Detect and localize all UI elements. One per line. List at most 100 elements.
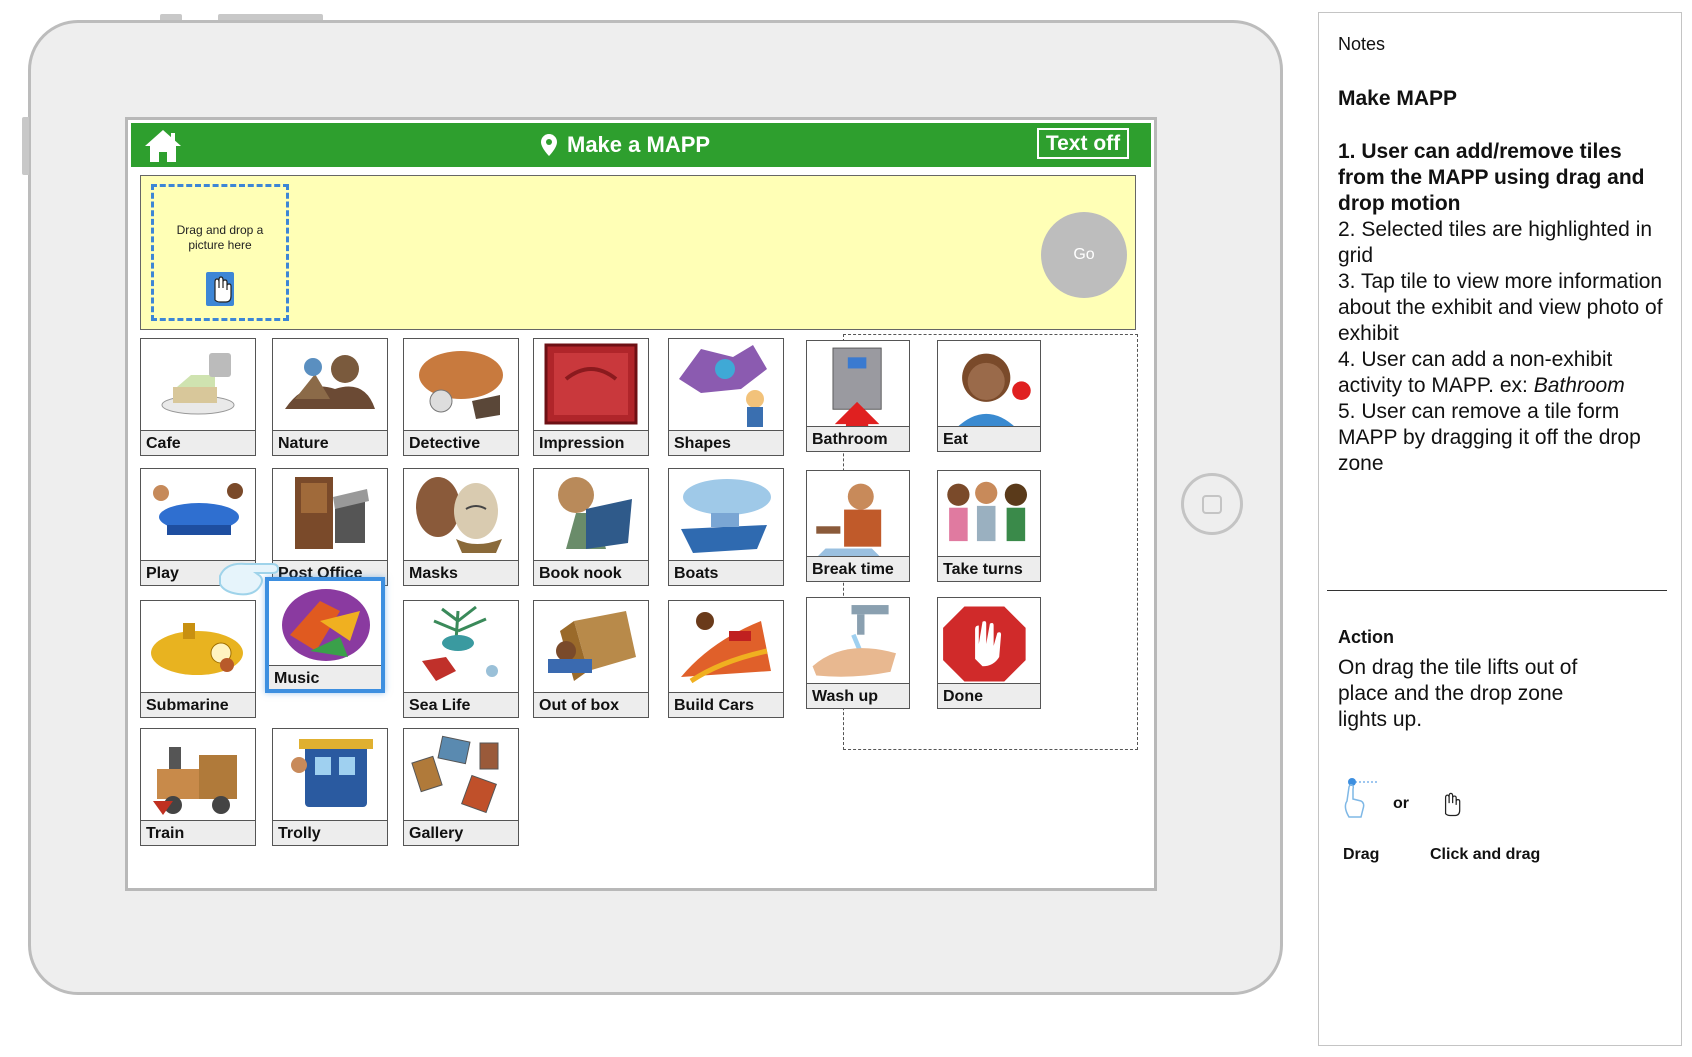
tile-label: Cafe bbox=[141, 430, 255, 455]
tile-label: Play bbox=[141, 560, 255, 585]
take-turns-icon bbox=[938, 471, 1040, 563]
tile-gallery[interactable]: Gallery bbox=[403, 728, 519, 846]
impression-icon bbox=[534, 339, 648, 431]
drag-label: Drag bbox=[1343, 846, 1380, 863]
square-icon bbox=[1202, 495, 1222, 514]
detective-icon bbox=[404, 339, 518, 431]
notes-item: 2. Selected tiles are highlighted in gri… bbox=[1338, 218, 1653, 267]
tile-label: Impression bbox=[534, 430, 648, 455]
tile-label: Gallery bbox=[404, 820, 518, 845]
tile-label: Build Cars bbox=[669, 692, 783, 717]
notes-heading: Notes bbox=[1338, 34, 1386, 54]
tile-bathroom[interactable]: Bathroom bbox=[806, 340, 910, 452]
tile-label: Wash up bbox=[807, 683, 909, 708]
tile-label: Detective bbox=[404, 430, 518, 455]
text-toggle-button[interactable]: Text off bbox=[1037, 128, 1129, 159]
tile-break-time[interactable]: Break time bbox=[806, 470, 910, 582]
action-heading: Action bbox=[1338, 627, 1394, 647]
tile-label: Take turns bbox=[938, 556, 1040, 581]
notes-item: 1. User can add/remove tiles from the MA… bbox=[1338, 140, 1645, 215]
notes-item-example: Bathroom bbox=[1533, 374, 1625, 397]
top-bar: Make a MAPP Text off bbox=[131, 123, 1151, 167]
play-icon bbox=[141, 469, 255, 561]
tile-done[interactable]: Done bbox=[937, 597, 1041, 709]
tile-out-of-box[interactable]: Out of box bbox=[533, 600, 649, 718]
tile-label: Eat bbox=[938, 426, 1040, 451]
trolly-icon bbox=[273, 729, 387, 821]
tile-trolly[interactable]: Trolly bbox=[272, 728, 388, 846]
drop-target[interactable]: Drag and drop a picture here bbox=[151, 184, 289, 321]
drag-gesture-icon bbox=[1344, 778, 1379, 818]
tile-label: Submarine bbox=[141, 692, 255, 717]
build-cars-icon bbox=[669, 601, 783, 693]
tile-label: Sea Life bbox=[404, 692, 518, 717]
home-icon[interactable] bbox=[143, 128, 183, 164]
device-side-button bbox=[22, 117, 29, 175]
tile-masks[interactable]: Masks bbox=[403, 468, 519, 586]
notes-panel: Notes Make MAPP 1. User can add/remove t… bbox=[1318, 12, 1682, 1046]
tile-train[interactable]: Train bbox=[140, 728, 256, 846]
train-icon bbox=[141, 729, 255, 821]
tile-music[interactable]: Music bbox=[265, 577, 385, 693]
device-home-button[interactable] bbox=[1181, 473, 1243, 535]
notes-title: Make MAPP bbox=[1338, 87, 1458, 110]
tile-label: Book nook bbox=[534, 560, 648, 585]
tile-shapes[interactable]: Shapes bbox=[668, 338, 784, 456]
gallery-icon bbox=[404, 729, 518, 821]
wash-up-icon bbox=[807, 598, 909, 690]
nature-icon bbox=[273, 339, 387, 431]
masks-icon bbox=[404, 469, 518, 561]
submarine-icon bbox=[141, 601, 255, 693]
tile-boats[interactable]: Boats bbox=[668, 468, 784, 586]
eat-icon bbox=[938, 341, 1040, 433]
tile-build-cars[interactable]: Build Cars bbox=[668, 600, 784, 718]
boats-icon bbox=[669, 469, 783, 561]
tile-post-office[interactable]: Post Office bbox=[272, 468, 388, 586]
tile-label: Masks bbox=[404, 560, 518, 585]
tile-label: Train bbox=[141, 820, 255, 845]
tile-eat[interactable]: Eat bbox=[937, 340, 1041, 452]
tile-label: Shapes bbox=[669, 430, 783, 455]
tile-cafe[interactable]: Cafe bbox=[140, 338, 256, 456]
device-volume-button bbox=[218, 14, 323, 20]
tile-label: Done bbox=[938, 683, 1040, 708]
sea-life-icon bbox=[404, 601, 518, 693]
tile-book-nook[interactable]: Book nook bbox=[533, 468, 649, 586]
or-text: or bbox=[1393, 795, 1409, 812]
tile-play[interactable]: Play bbox=[140, 468, 256, 586]
page-title: Make a MAPP bbox=[541, 131, 710, 159]
music-icon bbox=[269, 581, 381, 673]
device-power-button bbox=[160, 14, 182, 20]
tile-label: Boats bbox=[669, 560, 783, 585]
tile-sea-life[interactable]: Sea Life bbox=[403, 600, 519, 718]
divider bbox=[1327, 590, 1667, 591]
out-of-box-icon bbox=[534, 601, 648, 693]
app-screen: Make a MAPP Text off Drag and drop a pic… bbox=[125, 117, 1157, 891]
click-drag-hand-icon bbox=[1444, 792, 1461, 817]
post-office-icon bbox=[273, 469, 387, 561]
drop-zone[interactable]: Drag and drop a picture here Go bbox=[140, 175, 1136, 330]
tile-take-turns[interactable]: Take turns bbox=[937, 470, 1041, 582]
tile-wash-up[interactable]: Wash up bbox=[806, 597, 910, 709]
notes-list: 1. User can add/remove tiles from the MA… bbox=[1338, 139, 1668, 477]
tile-detective[interactable]: Detective bbox=[403, 338, 519, 456]
page-title-text: Make a MAPP bbox=[567, 132, 711, 157]
notes-item: 3. Tap tile to view more information abo… bbox=[1338, 270, 1663, 345]
tile-label: Break time bbox=[807, 556, 909, 581]
tile-label: Music bbox=[269, 665, 381, 689]
tile-submarine[interactable]: Submarine bbox=[140, 600, 256, 718]
break-time-icon bbox=[807, 471, 909, 563]
tile-impression[interactable]: Impression bbox=[533, 338, 649, 456]
bathroom-icon bbox=[807, 341, 909, 433]
action-text: On drag the tile lifts out of place and … bbox=[1338, 656, 1578, 731]
book-nook-icon bbox=[534, 469, 648, 561]
go-button[interactable]: Go bbox=[1041, 212, 1127, 298]
cafe-icon bbox=[141, 339, 255, 431]
tile-label: Bathroom bbox=[807, 426, 909, 451]
click-drag-label: Click and drag bbox=[1430, 846, 1541, 863]
tile-label: Trolly bbox=[273, 820, 387, 845]
tile-label: Out of box bbox=[534, 692, 648, 717]
hand-cursor-icon bbox=[206, 272, 234, 306]
tile-nature[interactable]: Nature bbox=[272, 338, 388, 456]
map-pin-icon bbox=[541, 134, 557, 156]
